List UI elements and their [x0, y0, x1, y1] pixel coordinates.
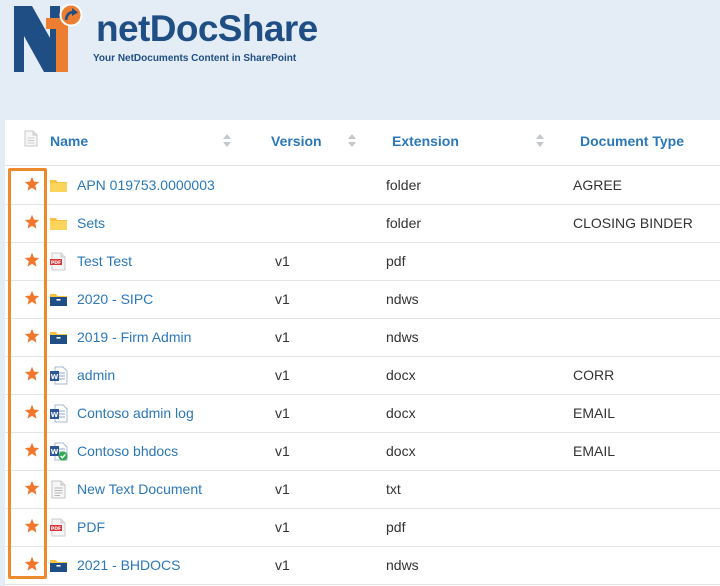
brand-name: netDocShare — [96, 8, 318, 49]
documents-table: Name Version Extension Document Type APN… — [5, 120, 720, 586]
sort-version-icon[interactable] — [348, 133, 357, 149]
version-cell: v1 — [275, 291, 290, 307]
favorite-star-icon[interactable] — [24, 442, 40, 458]
version-cell: v1 — [275, 405, 290, 421]
favorite-star-icon[interactable] — [24, 556, 40, 572]
favorite-star-icon[interactable] — [24, 366, 40, 382]
document-name-link[interactable]: Sets — [77, 215, 105, 231]
document-type-cell: CORR — [573, 367, 615, 383]
pdf-icon: PDF — [49, 518, 68, 537]
version-cell: v1 — [275, 481, 290, 497]
table-row[interactable]: PDF Test Test v1 pdf — [5, 243, 720, 281]
text-file-icon — [49, 480, 68, 499]
document-name-link[interactable]: Contoso bhdocs — [77, 443, 178, 459]
pdf-icon: PDF — [49, 252, 68, 271]
document-name-link[interactable]: 2020 - SIPC — [77, 291, 153, 307]
extension-cell: ndws — [386, 557, 419, 573]
brand-tagline: Your NetDocuments Content in SharePoint — [93, 53, 297, 64]
document-name-link[interactable]: Test Test — [77, 253, 132, 269]
workspace-icon — [49, 290, 68, 309]
table-row[interactable]: New Text Document v1 txt — [5, 471, 720, 509]
version-cell: v1 — [275, 557, 290, 573]
svg-text:W: W — [51, 448, 59, 456]
table-row[interactable]: W Contoso admin log v1 docx EMAIL — [5, 395, 720, 433]
column-header-name[interactable]: Name — [50, 133, 88, 149]
svg-text:PDF: PDF — [51, 260, 61, 266]
document-name-link[interactable]: Contoso admin log — [77, 405, 194, 421]
extension-cell: folder — [386, 215, 422, 231]
table-row[interactable]: Wadmin v1 docx CORR — [5, 357, 720, 395]
document-name-link[interactable]: 2019 - Firm Admin — [77, 329, 191, 345]
svg-text:PDF: PDF — [51, 526, 61, 532]
word-icon: W — [49, 404, 68, 423]
extension-cell: txt — [386, 481, 401, 497]
document-type-header-icon[interactable] — [24, 130, 38, 147]
table-row[interactable]: 2020 - SIPC v1 ndws — [5, 281, 720, 319]
workspace-icon — [49, 328, 68, 347]
version-cell: v1 — [275, 329, 290, 345]
favorite-star-icon[interactable] — [24, 480, 40, 496]
document-name-link[interactable]: APN 019753.0000003 — [77, 177, 215, 193]
version-cell: v1 — [275, 367, 290, 383]
workspace-icon — [49, 556, 68, 575]
favorite-star-icon[interactable] — [24, 518, 40, 534]
table-row[interactable]: W Contoso bhdocs v1 docx EMAIL — [5, 433, 720, 471]
extension-cell: docx — [386, 405, 416, 421]
extension-cell: ndws — [386, 329, 419, 345]
extension-cell: docx — [386, 367, 416, 383]
table-row[interactable]: APN 019753.0000003 folder AGREE — [5, 167, 720, 205]
extension-cell: pdf — [386, 253, 406, 269]
column-header-document-type[interactable]: Document Type — [580, 133, 684, 149]
word-checked-icon: W — [49, 442, 68, 461]
favorite-star-icon[interactable] — [24, 290, 40, 306]
sort-name-icon[interactable] — [223, 133, 232, 149]
column-header-version[interactable]: Version — [271, 133, 322, 149]
document-name-link[interactable]: PDF — [77, 519, 105, 535]
document-type-cell: CLOSING BINDER — [573, 215, 693, 231]
favorite-star-icon[interactable] — [24, 404, 40, 420]
extension-cell: folder — [386, 177, 422, 193]
folder-icon — [49, 176, 68, 195]
svg-text:W: W — [51, 373, 59, 381]
svg-text:W: W — [51, 411, 59, 419]
sort-extension-icon[interactable] — [536, 133, 545, 149]
document-name-link[interactable]: New Text Document — [77, 481, 202, 497]
extension-cell: ndws — [386, 291, 419, 307]
column-header-extension[interactable]: Extension — [392, 133, 459, 149]
app-logo: netDocShare Your NetDocuments Content in… — [10, 4, 318, 76]
favorite-star-icon[interactable] — [24, 252, 40, 268]
table-row[interactable]: Sets folder CLOSING BINDER — [5, 205, 720, 243]
document-name-link[interactable]: admin — [77, 367, 115, 383]
folder-icon — [49, 214, 68, 233]
word-icon: W — [49, 366, 68, 385]
version-cell: v1 — [275, 253, 290, 269]
extension-cell: docx — [386, 443, 416, 459]
table-row[interactable]: PDF PDF v1 pdf — [5, 509, 720, 547]
document-name-link[interactable]: 2021 - BHDOCS — [77, 557, 180, 573]
favorite-star-icon[interactable] — [24, 176, 40, 192]
table-row[interactable]: 2021 - BHDOCS v1 ndws — [5, 547, 720, 585]
document-type-cell: EMAIL — [573, 405, 616, 421]
favorite-star-icon[interactable] — [24, 214, 40, 230]
table-row[interactable]: 2019 - Firm Admin v1 ndws — [5, 319, 720, 357]
extension-cell: pdf — [386, 519, 406, 535]
netdocshare-logo-mark — [14, 4, 83, 72]
version-cell: v1 — [275, 519, 290, 535]
document-type-cell: AGREE — [573, 177, 623, 193]
version-cell: v1 — [275, 443, 290, 459]
table-header: Name Version Extension Document Type — [5, 120, 720, 166]
favorite-star-icon[interactable] — [24, 328, 40, 344]
document-type-cell: EMAIL — [573, 443, 616, 459]
